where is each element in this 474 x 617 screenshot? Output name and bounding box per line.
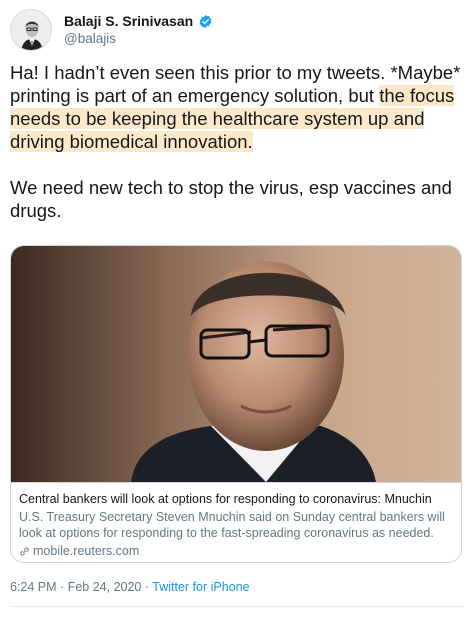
avatar[interactable] — [10, 9, 52, 51]
tweet-meta: 6:24 PM · Feb 24, 2020 · Twitter for iPh… — [10, 580, 250, 594]
link-card-body[interactable]: Central bankers will look at options for… — [11, 482, 461, 562]
meta-separator-2: · — [144, 580, 150, 594]
link-card-domain[interactable]: mobile.reuters.com — [33, 543, 139, 559]
link-icon — [20, 547, 29, 555]
portrait-photo-icon[interactable] — [11, 246, 462, 482]
tweet-date[interactable]: Feb 24, 2020 — [68, 580, 142, 594]
author-name[interactable]: Balaji S. Srinivasan — [64, 13, 193, 29]
verified-badge-icon — [199, 14, 212, 28]
divider — [10, 606, 464, 607]
link-card-domain-row[interactable]: mobile.reuters.com — [19, 543, 453, 559]
tweet-time[interactable]: 6:24 PM — [10, 580, 57, 594]
meta-separator: · — [60, 580, 65, 594]
tweet-header: Balaji S. Srinivasan @balajis — [10, 9, 464, 55]
avatar-portrait-icon — [11, 10, 51, 50]
link-card-title[interactable]: Central bankers will look at options for… — [19, 491, 453, 507]
author-name-row[interactable]: Balaji S. Srinivasan — [64, 13, 213, 29]
author-handle[interactable]: @balajis — [64, 31, 116, 46]
tweet-paragraph-2: We need new tech to stop the virus, esp … — [10, 177, 452, 221]
link-card[interactable]: Central bankers will look at options for… — [10, 245, 462, 563]
tweet-text: Ha! I hadn’t even seen this prior to my … — [10, 61, 464, 222]
link-card-description: U.S. Treasury Secretary Steven Mnuchin s… — [19, 510, 445, 540]
tweet-source-link[interactable]: Twitter for iPhone — [152, 580, 249, 594]
tweet-paragraph-1: Ha! I hadn’t even seen this prior to my … — [10, 61, 464, 153]
